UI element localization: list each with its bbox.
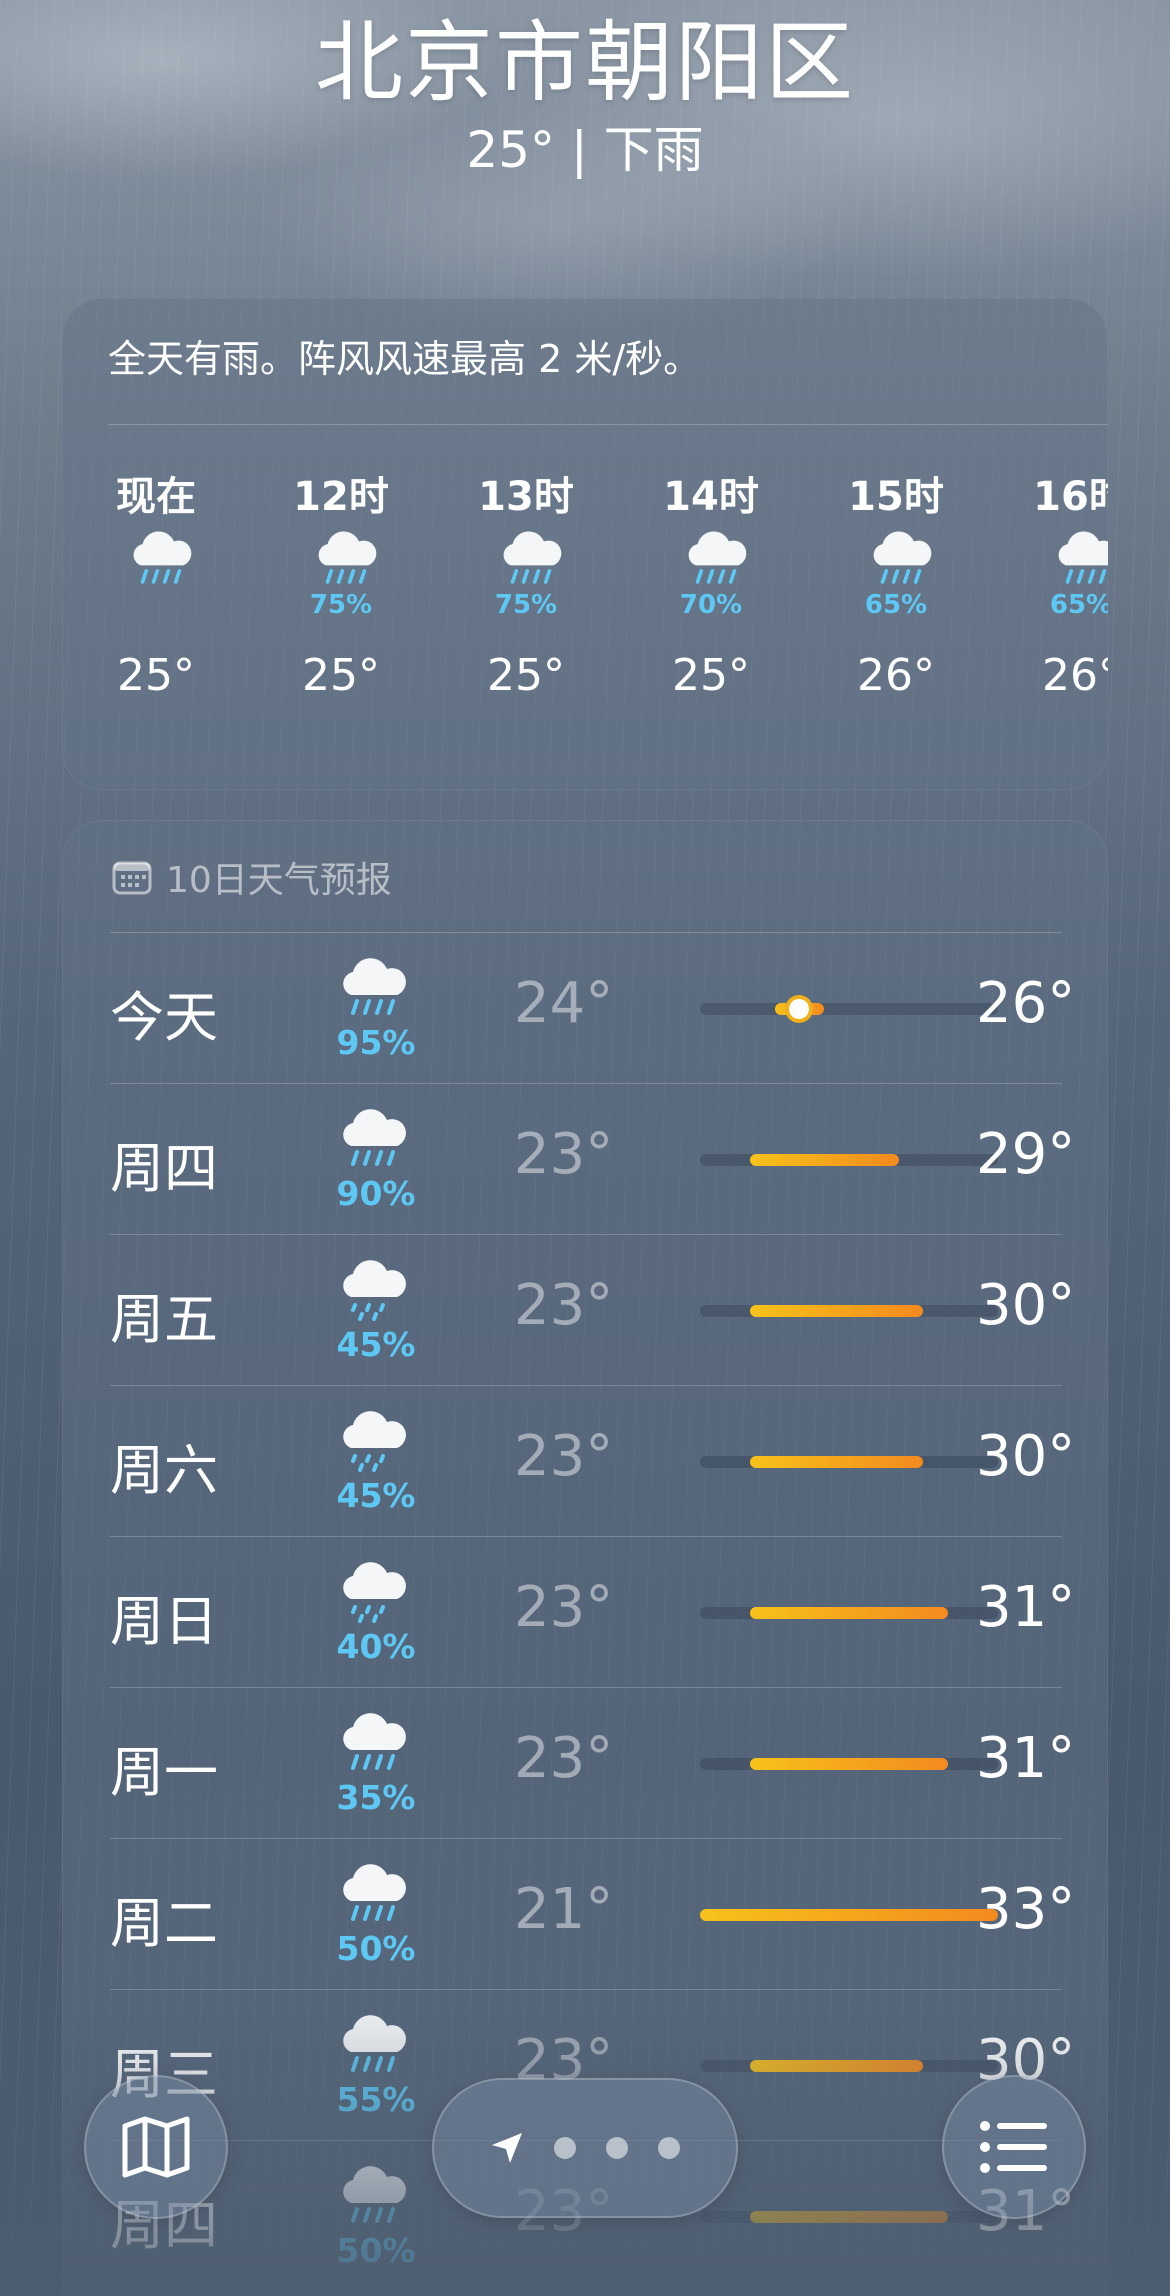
location-arrow-icon: [492, 2133, 522, 2163]
day-precip: 35%: [336, 1778, 416, 1817]
cloud-rain-icon: [873, 531, 932, 584]
cloud-drizzle-icon: [343, 1260, 406, 1321]
hour-label: 15时: [848, 474, 944, 520]
cloud-rain-icon: [503, 531, 562, 584]
day-precip: 50%: [336, 1929, 416, 1968]
daily-row[interactable]: 周日 40% 23° 31°: [110, 1536, 1075, 1689]
hour-temp: 25°: [487, 650, 565, 701]
day-high-temp: 26°: [976, 971, 1076, 1036]
page-dot[interactable]: [658, 2137, 680, 2159]
cloud-rain-icon: [1058, 531, 1108, 584]
hour-temp: 25°: [672, 650, 750, 701]
day-label: 周五: [110, 1288, 218, 1351]
cloud-rain-icon: [133, 531, 192, 584]
daily-row[interactable]: 周二 50% 21° 33°: [110, 1838, 1075, 1991]
day-low-temp: 23°: [514, 1122, 614, 1187]
temp-range-bar: [749, 1607, 949, 1619]
cloud-drizzle-icon: [343, 1411, 406, 1472]
location-list-button[interactable]: [942, 2075, 1086, 2219]
day-precip: 90%: [336, 1174, 416, 1213]
temp-range-track: [700, 1154, 998, 1166]
day-precip: 45%: [336, 1476, 416, 1515]
hour-temp: 26°: [857, 650, 935, 701]
hourly-forecast-card[interactable]: 全天有雨。阵风风速最高 2 米/秒。 现在 25° 12时 75% 25° 13时 75% 2…: [62, 298, 1108, 790]
hour-label: 14时: [663, 474, 759, 520]
map-icon: [122, 2116, 190, 2178]
hour-label: 13时: [478, 474, 574, 520]
day-low-temp: 21°: [514, 1877, 614, 1942]
daily-row[interactable]: 周五 45% 23° 30°: [110, 1234, 1075, 1387]
day-low-temp: 23°: [514, 1726, 614, 1791]
daily-row[interactable]: 周四 90% 23° 29°: [110, 1083, 1075, 1236]
temp-range-track: [700, 999, 998, 1019]
day-label: 周二: [110, 1892, 218, 1955]
daily-row[interactable]: 周一 35% 23° 31°: [110, 1687, 1075, 1840]
current-condition: 25° | 下雨: [466, 121, 704, 179]
hour-precip: 65%: [864, 590, 928, 620]
page-dot[interactable]: [554, 2137, 576, 2159]
temp-range-bar: [749, 1456, 924, 1468]
page-dot[interactable]: [606, 2137, 628, 2159]
map-button[interactable]: [84, 2075, 228, 2219]
day-high-temp: 30°: [976, 1424, 1076, 1489]
day-precip: 95%: [336, 1023, 416, 1062]
cloud-drizzle-icon: [343, 1562, 406, 1623]
cloud-rain-icon: [343, 1109, 406, 1166]
temp-range-bar: [749, 1758, 949, 1770]
hour-precip: 75%: [309, 590, 373, 620]
hour-precip: 75%: [494, 590, 558, 620]
page-indicator[interactable]: [432, 2078, 738, 2218]
day-label: 周四: [110, 1137, 218, 1200]
hour-label: 现在: [116, 474, 196, 520]
day-label: 周六: [110, 1439, 218, 1502]
temp-range-bar: [749, 1154, 899, 1166]
day-precip: 40%: [336, 1627, 416, 1666]
temp-range-track: [700, 1909, 998, 1921]
hourly-list[interactable]: 现在 25° 12时 75% 25° 13时 75% 25° 14时 70% 25° 15时 65% 26…: [62, 428, 1108, 788]
temp-range-track: [700, 1456, 998, 1468]
day-low-temp: 23°: [514, 1273, 614, 1338]
cloud-rain-icon: [318, 531, 377, 584]
cloud-rain-icon: [688, 531, 747, 584]
divider: [108, 424, 1108, 425]
hour-precip: 70%: [679, 590, 743, 620]
day-low-temp: 23°: [514, 1424, 614, 1489]
day-high-temp: 30°: [976, 1273, 1076, 1338]
day-precip: 45%: [336, 1325, 416, 1364]
hour-temp: 26°: [1042, 650, 1108, 701]
hour-label: 12时: [293, 474, 389, 520]
day-label: 周一: [110, 1741, 218, 1804]
daily-row[interactable]: 今天 95% 24° 26°: [110, 932, 1075, 1085]
hour-label: 16时: [1033, 474, 1108, 520]
temp-range-track: [700, 1607, 998, 1619]
day-label: 今天: [110, 986, 218, 1049]
daily-row[interactable]: 周六 45% 23° 30°: [110, 1385, 1075, 1538]
hour-precip: 65%: [1049, 590, 1108, 620]
location-title: 北京市朝阳区: [314, 11, 855, 114]
temp-range-track: [700, 1305, 998, 1317]
temp-range-bar: [700, 1909, 998, 1921]
current-temp-marker: [789, 999, 810, 1019]
ten-day-title: 10日天气预报: [112, 852, 392, 902]
day-high-temp: 31°: [976, 1726, 1076, 1791]
day-low-temp: 23°: [514, 1575, 614, 1640]
temp-range-bar: [749, 1305, 924, 1317]
calendar-icon: [112, 861, 152, 895]
location-header: 北京市朝阳区 25° | 下雨: [0, 0, 1170, 182]
cloud-rain-icon: [343, 958, 406, 1015]
hour-temp: 25°: [117, 650, 195, 701]
hour-temp: 25°: [302, 650, 380, 701]
cloud-rain-icon: [343, 1864, 406, 1921]
list-icon: [980, 2121, 1047, 2173]
temp-range-track: [700, 1758, 998, 1770]
day-label: 周日: [110, 1590, 218, 1653]
day-high-temp: 29°: [976, 1122, 1076, 1187]
day-low-temp: 24°: [514, 971, 614, 1036]
cloud-rain-icon: [343, 1713, 406, 1770]
weather-summary: 全天有雨。阵风风速最高 2 米/秒。: [108, 337, 702, 381]
day-high-temp: 31°: [976, 1575, 1076, 1640]
ten-day-title-label: 10日天气预报: [166, 860, 392, 901]
day-high-temp: 33°: [976, 1877, 1076, 1942]
